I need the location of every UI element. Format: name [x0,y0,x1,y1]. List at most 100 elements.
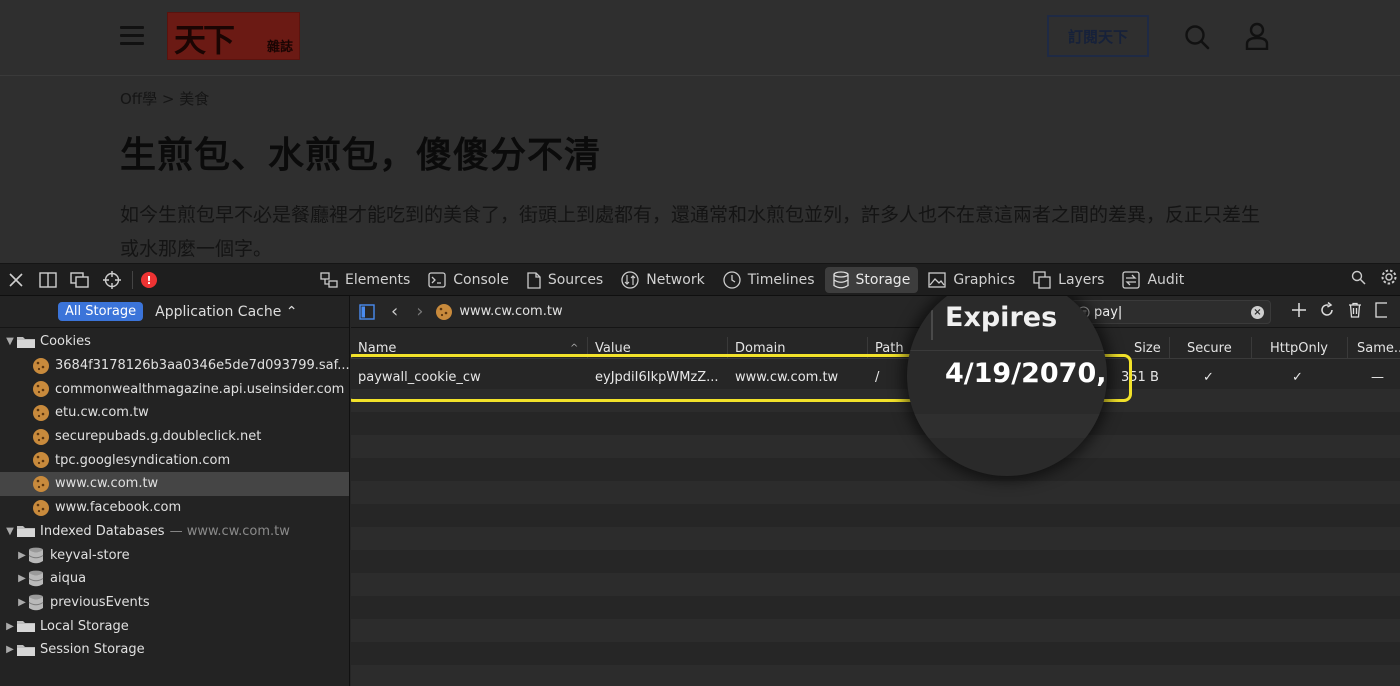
folder-icon [17,644,35,656]
user-icon[interactable] [1245,22,1269,50]
tree-local-storage[interactable]: ▶ Local Storage [0,614,349,638]
content-navigation-bar: ‹ › www.cw.com.tw pay | × [351,296,1400,328]
tree-label: securepubads.g.doubleclick.net [55,429,262,445]
filter-input[interactable]: pay | × [1071,300,1271,324]
breadcrumb-domain-label: www.cw.com.tw [459,304,563,319]
clear-filter-icon[interactable]: × [1251,306,1264,319]
breadcrumb[interactable]: Off學 > 美食 [120,88,209,109]
tab-timelines[interactable]: Timelines [715,267,823,293]
disclosure-collapsed-icon[interactable]: ▶ [4,644,16,655]
tree-label: aiqua [50,571,87,587]
tab-sources[interactable]: Sources [519,267,611,293]
graphics-icon [928,272,946,288]
tree-cookie-domain-selected[interactable]: www.cw.com.tw [0,472,349,496]
gear-icon[interactable] [1380,268,1398,286]
dock-side-icon[interactable] [36,268,60,292]
cookie-icon [33,452,49,469]
cookie-icon [33,499,49,516]
back-chevron-icon[interactable]: ‹ [391,301,398,322]
tree-session-storage[interactable]: ▶ Session Storage [0,638,349,662]
tab-console[interactable]: Console [420,267,517,293]
tab-elements[interactable]: Elements [312,267,418,293]
tree-cookie-domain[interactable]: securepubads.g.doubleclick.net [0,425,349,449]
site-header: 天下 雜誌 訂閱天下 [0,0,1400,76]
disclosure-expanded-icon[interactable]: ▼ [4,336,16,347]
undock-icon[interactable] [68,268,92,292]
tree-database[interactable]: ▶ previousEvents [0,591,349,615]
tree-label: commonwealthmagazine.api.useinsider.com [55,381,345,397]
close-icon[interactable] [4,268,28,292]
tree-label: previousEvents [50,594,150,610]
panel-layout-icon[interactable] [1375,302,1387,318]
tree-cookie-domain[interactable]: commonwealthmagazine.api.useinsider.com [0,377,349,401]
column-header-samesite[interactable]: Same... [1357,337,1400,359]
sources-icon [527,271,541,289]
database-icon [28,570,44,587]
folder-icon [17,336,35,348]
tab-label: Timelines [747,272,815,288]
tree-cookie-domain[interactable]: www.facebook.com [0,496,349,520]
toggle-sidebar-icon[interactable] [359,303,375,320]
tree-indexed-databases[interactable]: ▼ Indexed Databases — www.cw.com.tw [0,520,349,544]
hamburger-menu-icon[interactable] [120,26,144,46]
error-badge-icon[interactable]: ! [141,272,157,288]
tree-cookies[interactable]: ▼ Cookies [0,330,349,354]
search-icon[interactable] [1184,24,1210,50]
search-icon[interactable] [1351,270,1366,285]
cookie-icon [33,357,49,374]
tab-label: Layers [1058,272,1105,288]
breadcrumb-domain[interactable]: www.cw.com.tw [435,303,563,321]
column-header-secure[interactable]: Secure [1187,337,1232,359]
cell-httponly: ✓ [1292,369,1303,385]
tree-cookie-domain[interactable]: tpc.googlesyndication.com [0,448,349,472]
tree-label: Cookies [40,334,91,350]
scope-application-cache[interactable]: Application Cache ⌃ [151,302,301,322]
console-icon [428,272,446,288]
tab-label: Network [646,272,705,288]
subscribe-button[interactable]: 訂閱天下 [1047,15,1149,57]
scope-all-storage[interactable]: All Storage [58,302,144,321]
trash-icon[interactable] [1347,302,1363,318]
tree-database[interactable]: ▶ aiqua [0,567,349,591]
tab-network[interactable]: Network [613,267,712,293]
tree-database[interactable]: ▶ keyval-store [0,543,349,567]
tab-label: Sources [547,272,604,288]
storage-sidebar: All Storage Application Cache ⌃ ▼ Cookie… [0,296,350,686]
tree-label: keyval-store [50,547,130,563]
cookie-icon [33,404,49,421]
article-title: 生煎包、水煎包，傻傻分不清 [120,134,602,176]
tab-label: Elements [345,272,411,288]
article-body: 如今生煎包早不必是餐廳裡才能吃到的美食了，街頭上到處都有，還通常和水煎包並列，許… [120,204,1261,260]
disclosure-collapsed-icon[interactable]: ▶ [16,597,28,608]
toolbar-divider [132,271,133,289]
tree-label-suffix: — www.cw.com.tw [169,523,290,539]
cookie-icon [33,475,49,492]
tab-layers[interactable]: Layers [1025,267,1112,293]
logo-main-text: 天下 [174,21,235,59]
tree-cookie-domain[interactable]: 3684f3178126b3aa0346e5de7d093799.saf... [0,354,349,378]
empty-table-rows [351,389,1400,686]
tree-cookie-domain[interactable]: etu.cw.com.tw [0,401,349,425]
disclosure-collapsed-icon[interactable]: ▶ [16,573,28,584]
layers-icon [1033,271,1051,289]
column-header-size[interactable]: Size [1134,337,1161,359]
inspect-crosshair-icon[interactable] [100,268,124,292]
disclosure-collapsed-icon[interactable]: ▶ [16,550,28,561]
tab-audit[interactable]: Audit [1114,267,1192,293]
disclosure-expanded-icon[interactable]: ▼ [4,526,16,537]
tab-label: Graphics [953,272,1016,288]
tab-storage[interactable]: Storage [824,267,919,293]
refresh-icon[interactable] [1319,302,1335,318]
forward-chevron-icon[interactable]: › [416,301,423,322]
tree-label: Indexed Databases [40,523,165,539]
tab-label: Audit [1147,272,1185,288]
devtools-toolbar: ! Elements Console Sources Network Timel… [0,263,1400,296]
tab-graphics[interactable]: Graphics [920,267,1023,293]
add-icon[interactable] [1291,302,1307,318]
storage-tree: ▼ Cookies 3684f3178126b3aa0346e5de7d0937… [0,328,349,662]
tab-label: Console [453,272,509,288]
column-header-httponly[interactable]: HttpOnly [1270,337,1328,359]
disclosure-collapsed-icon[interactable]: ▶ [4,621,16,632]
audit-icon [1122,271,1141,289]
site-logo[interactable]: 天下 雜誌 [167,12,300,60]
